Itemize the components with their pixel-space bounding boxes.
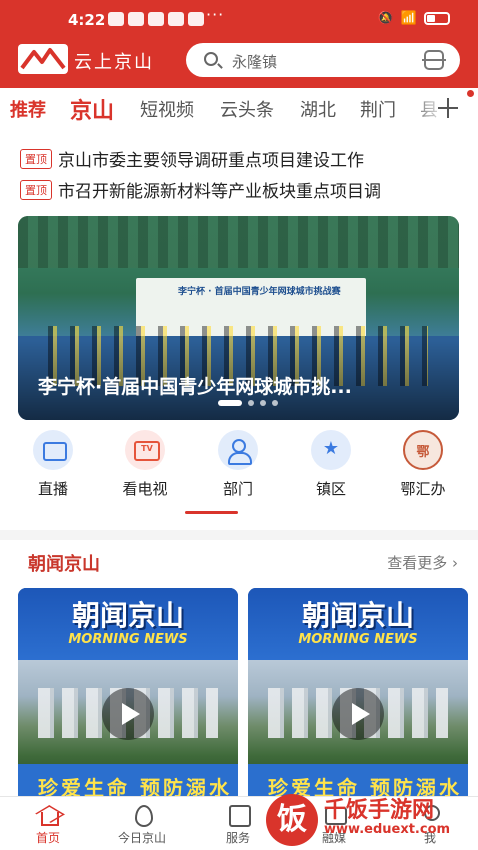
morning-news-section: 朝闻京山 查看更多 › 朝闻京山 MORNING NEWS 珍爱生命 预防溺水 … bbox=[0, 540, 478, 802]
status-icons: 🔕 📶 bbox=[378, 11, 450, 26]
event-backdrop-text: 李宁杯 · 首届中国青少年网球城市挑战赛 bbox=[178, 287, 341, 297]
carousel-banner[interactable]: 李宁杯 · 首届中国青少年网球城市挑战赛 李宁杯·首届中国青少年网球城市挑... bbox=[18, 216, 459, 420]
pinned-item[interactable]: 置顶 京山市委主要领导调研重点项目建设工作 bbox=[20, 146, 478, 170]
shortcut-ehuiban[interactable]: 鄂汇办 bbox=[378, 430, 468, 499]
card-subtitle: MORNING NEWS bbox=[298, 632, 418, 647]
carousel-dot[interactable] bbox=[272, 400, 278, 406]
banner-image bbox=[18, 216, 459, 268]
tab-short-video[interactable]: 短视频 bbox=[140, 96, 194, 122]
status-bar: 4:22 ··· 🔕 📶 bbox=[0, 0, 478, 34]
shortcut-label: 直播 bbox=[37, 480, 68, 498]
shortcut-label: 鄂汇办 bbox=[400, 480, 446, 498]
department-icon bbox=[218, 430, 258, 470]
notification-dot bbox=[467, 90, 474, 97]
search-icon bbox=[204, 52, 218, 66]
shortcut-live[interactable]: 直播 bbox=[8, 430, 98, 499]
notification-icon bbox=[148, 12, 164, 26]
carousel-indicators bbox=[218, 400, 278, 406]
view-more-link[interactable]: 查看更多 › bbox=[387, 552, 458, 573]
shortcut-label: 看电视 bbox=[122, 480, 168, 498]
town-icon bbox=[311, 430, 351, 470]
card-title: 朝闻京山 bbox=[301, 599, 414, 632]
view-more-label: 查看更多 bbox=[387, 554, 448, 572]
chevron-right-icon: › bbox=[452, 554, 458, 572]
tab-jingmen[interactable]: 荆门 bbox=[360, 96, 396, 122]
edit-icon bbox=[227, 803, 251, 827]
pinned-badge: 置顶 bbox=[20, 179, 52, 200]
nav-label: 首页 bbox=[35, 831, 60, 845]
battery-icon bbox=[424, 12, 450, 25]
carousel-dot[interactable] bbox=[248, 400, 254, 406]
nav-home[interactable]: 首页 bbox=[8, 803, 88, 846]
fire-icon bbox=[131, 803, 153, 827]
tv-icon bbox=[125, 430, 165, 470]
notification-icon bbox=[128, 12, 144, 26]
banner-caption: 李宁杯·首届中国青少年网球城市挑... bbox=[38, 376, 352, 398]
channel-tabs: 推荐 京山 短视频 云头条 湖北 荆门 县 bbox=[0, 88, 478, 130]
search-placeholder: 永隆镇 bbox=[232, 53, 278, 71]
shortcut-label: 部门 bbox=[222, 480, 253, 498]
pinned-title: 市召开新能源新材料等产业板块重点项目调 bbox=[58, 182, 381, 201]
app-logo-text: 云上京山 bbox=[74, 52, 154, 73]
tab-recommend[interactable]: 推荐 bbox=[10, 96, 46, 122]
card-subtitle: MORNING NEWS bbox=[68, 632, 188, 647]
pinned-item[interactable]: 置顶 市召开新能源新材料等产业板块重点项目调 bbox=[20, 177, 478, 201]
app-logo-icon bbox=[18, 44, 68, 74]
status-more: ··· bbox=[206, 5, 225, 24]
mute-icon: 🔕 bbox=[377, 11, 394, 26]
tab-hubei[interactable]: 湖北 bbox=[300, 96, 336, 122]
notification-icon bbox=[188, 12, 204, 26]
video-card[interactable]: 朝闻京山 MORNING NEWS 珍爱生命 预防溺水 bbox=[248, 588, 468, 802]
shortcut-label: 镇区 bbox=[315, 480, 346, 498]
watermark-name: 千饭手游网 bbox=[324, 798, 435, 823]
watermark: 饭 千饭手游网 www.eduext.com bbox=[262, 790, 478, 850]
card-title: 朝闻京山 bbox=[71, 599, 184, 632]
carousel-dot[interactable] bbox=[260, 400, 266, 406]
scan-icon[interactable] bbox=[422, 50, 446, 70]
section-title: 朝闻京山 bbox=[28, 554, 100, 575]
watermark-logo-icon: 饭 bbox=[266, 794, 318, 846]
play-icon[interactable] bbox=[102, 688, 154, 740]
tab-cloud-headlines[interactable]: 云头条 bbox=[220, 96, 274, 122]
app-header: 4:22 ··· 🔕 📶 云上京山 永隆镇 bbox=[0, 0, 478, 88]
nav-today-jingshan[interactable]: 今日京山 bbox=[102, 803, 182, 846]
shortcut-page-indicator bbox=[185, 511, 238, 514]
shortcut-tv[interactable]: 看电视 bbox=[100, 430, 190, 499]
tab-jingshan[interactable]: 京山 bbox=[70, 93, 114, 125]
pinned-badge: 置顶 bbox=[20, 148, 52, 169]
shortcut-department[interactable]: 部门 bbox=[193, 430, 283, 499]
search-input[interactable]: 永隆镇 bbox=[186, 43, 460, 77]
shortcut-grid: 直播 看电视 部门 镇区 鄂汇办 bbox=[0, 420, 478, 530]
shortcut-town[interactable]: 镇区 bbox=[286, 430, 376, 499]
pinned-title: 京山市委主要领导调研重点项目建设工作 bbox=[58, 151, 364, 170]
status-time: 4:22 bbox=[68, 11, 106, 29]
play-icon[interactable] bbox=[332, 688, 384, 740]
add-channel-icon[interactable] bbox=[438, 98, 458, 118]
live-icon bbox=[33, 430, 73, 470]
home-icon bbox=[37, 803, 59, 826]
notification-icon bbox=[108, 12, 124, 26]
wifi-icon: 📶 bbox=[400, 11, 417, 26]
nav-label: 今日京山 bbox=[117, 831, 166, 845]
carousel-dot-active[interactable] bbox=[218, 400, 242, 406]
notification-icon bbox=[168, 12, 184, 26]
watermark-url: www.eduext.com bbox=[324, 822, 451, 837]
video-card[interactable]: 朝闻京山 MORNING NEWS 珍爱生命 预防溺水 bbox=[18, 588, 238, 802]
ehuiban-icon bbox=[403, 430, 443, 470]
